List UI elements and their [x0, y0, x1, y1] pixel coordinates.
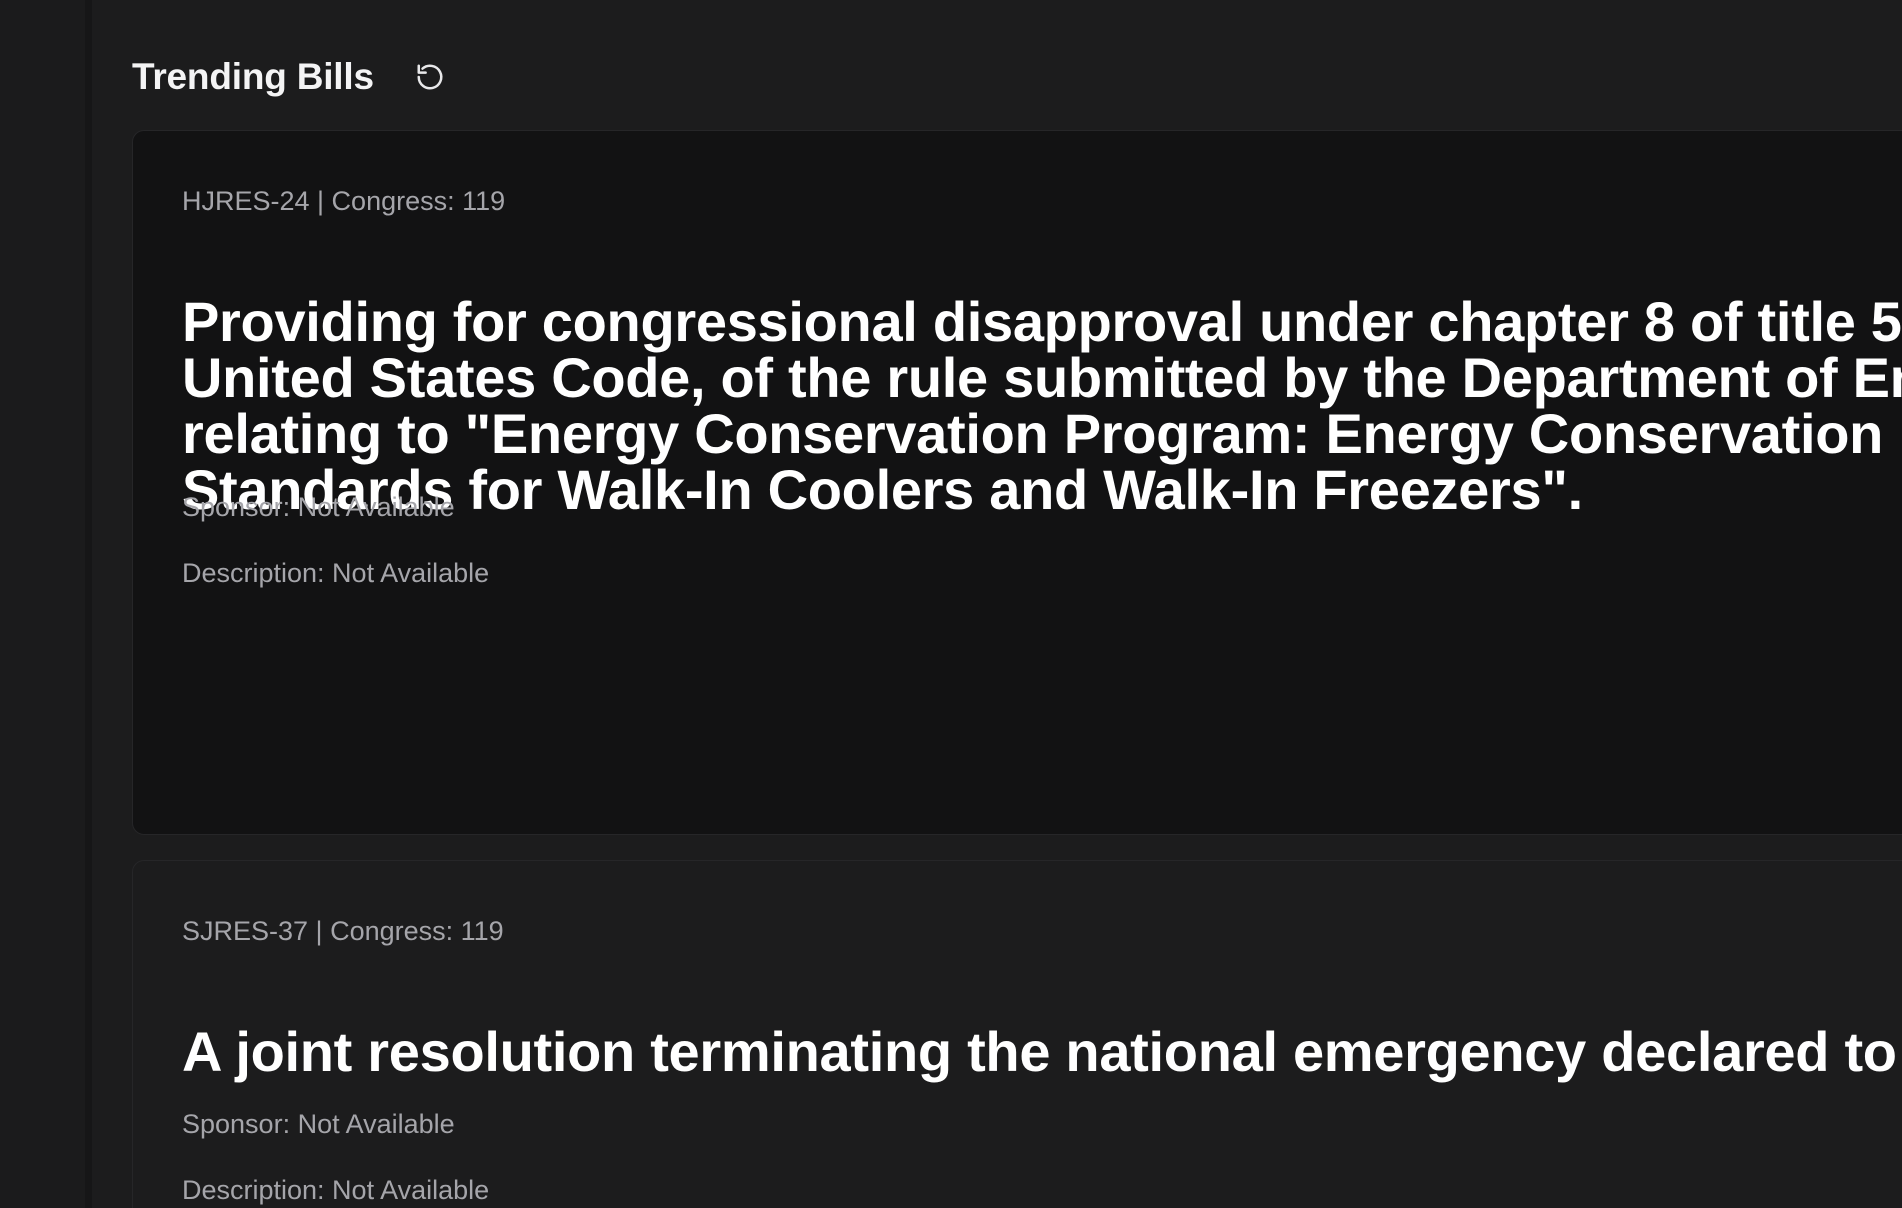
bill-meta: SJRES-37 | Congress: 119: [182, 916, 504, 946]
sidebar: [0, 0, 85, 1208]
bill-card[interactable]: SJRES-37 | Congress: 119 A joint resolut…: [132, 860, 1902, 1208]
refresh-icon: [417, 64, 443, 90]
bill-description: Description: Not Available: [182, 1175, 490, 1205]
refresh-button[interactable]: [412, 59, 448, 95]
bill-title[interactable]: Providing for congressional disapproval …: [182, 294, 1902, 518]
section-header: Trending Bills: [132, 52, 448, 102]
bill-card[interactable]: HJRES-24 | Congress: 119 Providing for c…: [132, 130, 1902, 835]
bill-title[interactable]: A joint resolution terminating the natio…: [182, 1024, 1902, 1080]
page-title: Trending Bills: [132, 56, 374, 97]
bill-description: Description: Not Available: [182, 558, 490, 588]
sidebar-divider: [85, 0, 92, 1208]
bill-sponsor: Sponsor: Not Available: [182, 492, 455, 522]
page: Trending Bills HJRES-24 | Congress: 119 …: [0, 0, 1902, 1208]
bill-sponsor: Sponsor: Not Available: [182, 1109, 455, 1139]
bill-meta: HJRES-24 | Congress: 119: [182, 186, 506, 216]
